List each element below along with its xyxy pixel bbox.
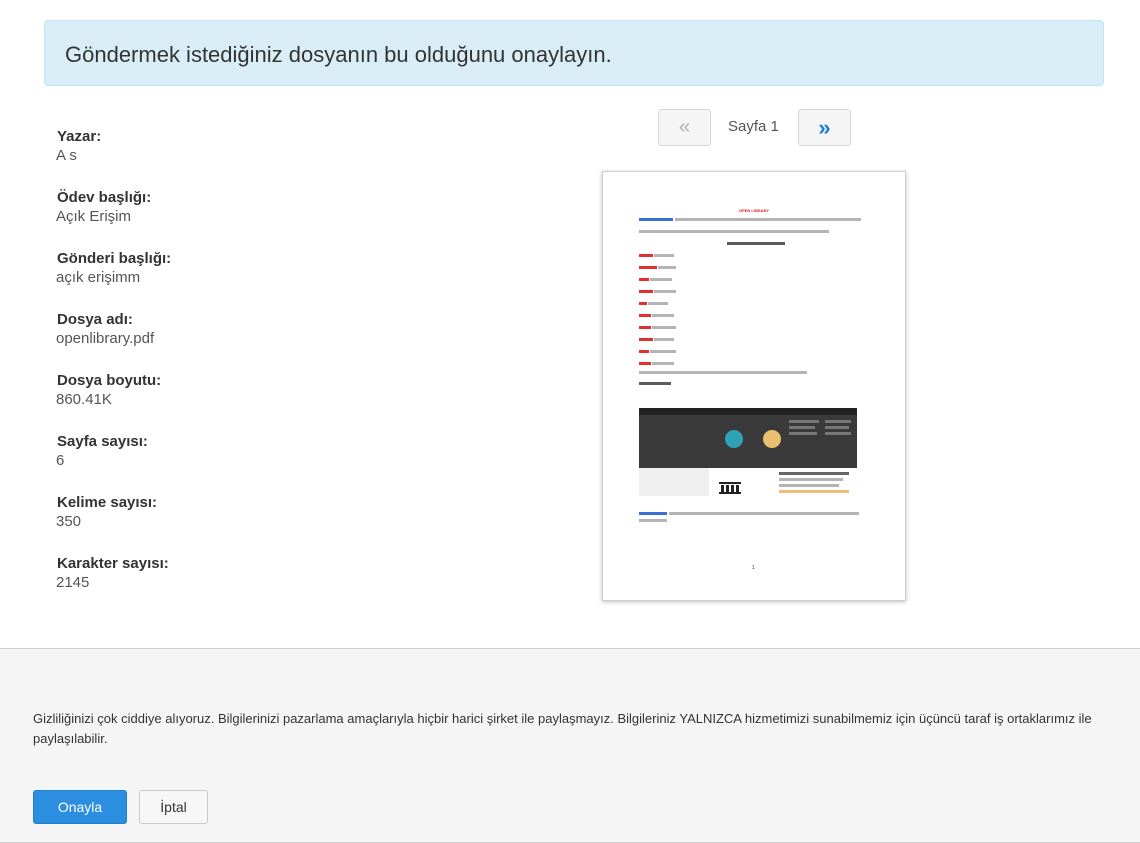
preview-text-line: [825, 426, 849, 429]
detail-author: Yazar: A s: [56, 128, 357, 189]
preview-red-label: [639, 266, 657, 269]
preview-text-line: [675, 218, 861, 221]
confirmation-alert: Göndermek istediğiniz dosyanın bu olduğu…: [44, 20, 1104, 86]
detail-value: 2145: [56, 574, 90, 591]
preview-text-line: [654, 338, 674, 341]
preview-red-label: [639, 302, 647, 305]
preview-text-line: [652, 326, 676, 329]
detail-assignment-title: Ödev başlığı: Açık Erişim: [56, 189, 357, 250]
detail-submission-title: Gönderi başlığı: açık erişimm: [56, 250, 357, 311]
preview-text-line: [650, 350, 676, 353]
detail-label: Karakter sayısı:: [57, 555, 169, 572]
preview-screenshot-dark-area: [639, 408, 857, 468]
detail-label: Dosya boyutu:: [57, 372, 162, 389]
preview-text-line: [652, 314, 674, 317]
document-preview: OPEN LIBRARY 1: [602, 171, 906, 601]
prev-page-button[interactable]: «: [658, 109, 711, 146]
preview-text-line: [658, 266, 676, 269]
preview-red-label: [639, 290, 653, 293]
detail-value: 6: [56, 452, 65, 469]
preview-text-line: [825, 420, 851, 423]
detail-label: Dosya adı:: [57, 311, 133, 328]
confirm-button[interactable]: Onayla: [33, 790, 127, 824]
preview-text-line: [779, 484, 839, 487]
detail-label: Kelime sayısı:: [57, 494, 158, 511]
detail-label: Ödev başlığı:: [57, 189, 152, 206]
preview-text-line: [779, 472, 849, 475]
preview-link: [639, 512, 667, 515]
preview-text-line: [639, 519, 667, 522]
preview-text-line: [669, 512, 859, 515]
detail-value: A s: [56, 147, 77, 164]
alert-heading: Göndermek istediğiniz dosyanın bu olduğu…: [65, 42, 612, 67]
preview-section-heading: [639, 382, 671, 385]
preview-subheading: [727, 242, 785, 245]
next-page-button[interactable]: »: [798, 109, 851, 146]
privacy-notice: Gizliliğinizi çok ciddiye alıyoruz. Bilg…: [33, 711, 1092, 746]
preview-red-label: [639, 350, 649, 353]
detail-label: Yazar:: [57, 128, 102, 145]
preview-text-line: [789, 432, 817, 435]
preview-text-line: [652, 362, 674, 365]
preview-text-line: [654, 290, 676, 293]
preview-red-label: [639, 314, 651, 317]
preview-text-line: [650, 278, 672, 281]
preview-red-label: [639, 338, 653, 341]
preview-screenshot: [639, 404, 857, 496]
preview-icon-circle: [725, 430, 743, 448]
preview-text-line: [779, 478, 843, 481]
detail-value: 350: [56, 513, 82, 530]
detail-value: açık erişimm: [56, 269, 141, 286]
preview-red-label: [639, 278, 649, 281]
preview-page-number: 1: [752, 565, 755, 571]
preview-red-label: [639, 326, 651, 329]
preview-doc-title: OPEN LIBRARY: [738, 208, 770, 213]
preview-text-line: [639, 371, 807, 374]
preview-red-label: [639, 362, 651, 365]
preview-screenshot-sidebar: [639, 468, 709, 496]
detail-value: openlibrary.pdf: [56, 330, 155, 347]
detail-value: 860.41K: [56, 391, 112, 408]
detail-char-count: Karakter sayısı: 2145: [56, 555, 357, 616]
preview-link: [639, 218, 673, 221]
preview-text-line: [654, 254, 674, 257]
detail-page-count: Sayfa sayısı: 6: [56, 433, 357, 494]
preview-text-line: [639, 230, 829, 233]
detail-file-name: Dosya adı: openlibrary.pdf: [56, 311, 357, 372]
cancel-button[interactable]: İptal: [139, 790, 208, 824]
submission-details: Yazar: A s Ödev başlığı: Açık Erişim Gön…: [56, 128, 357, 616]
preview-text-line: [789, 420, 819, 423]
preview-icon-circle: [763, 430, 781, 448]
detail-word-count: Kelime sayısı: 350: [56, 494, 357, 555]
preview-red-label: [639, 254, 653, 257]
preview-screenshot-topbar: [639, 408, 857, 415]
preview-text-line: [648, 302, 668, 305]
detail-value: Açık Erişim: [56, 208, 131, 225]
detail-label: Gönderi başlığı:: [57, 250, 172, 267]
page-indicator: Sayfa 1: [728, 118, 779, 135]
preview-text-line: [789, 426, 815, 429]
preview-text-line: [825, 432, 851, 435]
detail-file-size: Dosya boyutu: 860.41K: [56, 372, 357, 433]
detail-label: Sayfa sayısı:: [57, 433, 148, 450]
preview-text-line: [779, 490, 849, 493]
footer-panel: Gizliliğinizi çok ciddiye alıyoruz. Bilg…: [0, 648, 1140, 843]
preview-building-icon: [719, 480, 741, 494]
